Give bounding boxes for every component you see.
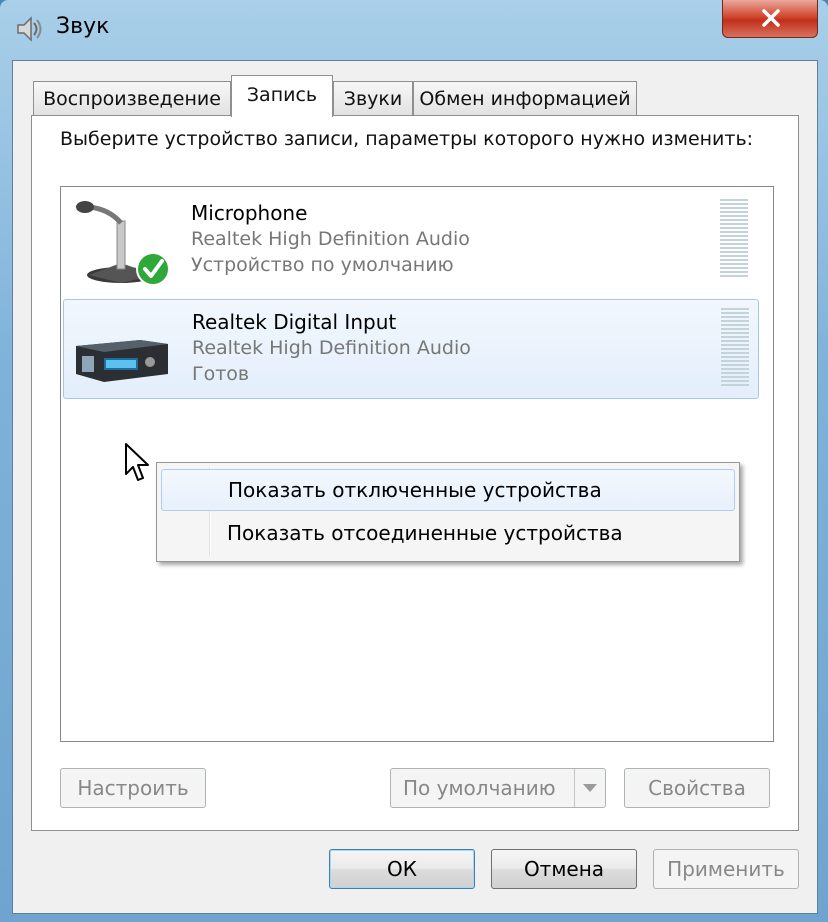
menu-item-label: Показать отсоединенные устройства bbox=[227, 521, 623, 545]
list-item[interactable]: Microphone Realtek High Definition Audio… bbox=[63, 191, 759, 291]
device-name: Microphone bbox=[191, 201, 308, 225]
tab-playback[interactable]: Воспроизведение bbox=[33, 81, 231, 115]
properties-button[interactable]: Свойства bbox=[624, 768, 770, 808]
apply-button[interactable]: Применить bbox=[653, 849, 799, 889]
tab-sounds[interactable]: Звуки bbox=[333, 81, 413, 115]
mouse-cursor-icon bbox=[125, 443, 149, 481]
chevron-down-icon[interactable] bbox=[574, 769, 605, 807]
title-bar[interactable]: Звук bbox=[0, 0, 828, 60]
instruction-text: Выберите устройство записи, параметры ко… bbox=[60, 128, 754, 150]
menu-item-show-disabled[interactable]: Показать отключенные устройства bbox=[161, 469, 735, 511]
device-status: Готов bbox=[192, 363, 250, 385]
tab-communications[interactable]: Обмен информацией bbox=[413, 81, 637, 115]
configure-button[interactable]: Настроить bbox=[60, 768, 206, 808]
menu-item-label: Показать отключенные устройства bbox=[228, 478, 602, 502]
ok-button[interactable]: ОК bbox=[329, 849, 475, 889]
close-icon bbox=[762, 9, 780, 27]
device-driver: Realtek High Definition Audio bbox=[192, 337, 471, 359]
level-meter-icon bbox=[720, 199, 748, 277]
level-meter-icon bbox=[721, 308, 749, 386]
list-item[interactable]: Realtek Digital Input Realtek High Defin… bbox=[63, 299, 759, 399]
set-default-split-button[interactable]: По умолчанию bbox=[390, 768, 606, 808]
context-menu: Показать отключенные устройства Показать… bbox=[156, 462, 740, 562]
menu-item-show-disconnected[interactable]: Показать отсоединенные устройства bbox=[161, 513, 735, 555]
device-driver: Realtek High Definition Audio bbox=[191, 228, 470, 250]
set-default-label: По умолчанию bbox=[403, 776, 556, 800]
digital-input-device-icon bbox=[70, 304, 176, 400]
close-button[interactable] bbox=[722, 0, 818, 38]
device-name: Realtek Digital Input bbox=[192, 310, 397, 334]
device-status: Устройство по умолчанию bbox=[191, 254, 454, 276]
speaker-icon bbox=[14, 14, 44, 44]
microphone-icon bbox=[69, 195, 175, 291]
window-title: Звук bbox=[56, 14, 110, 39]
cancel-button[interactable]: Отмена bbox=[491, 849, 637, 889]
tab-recording[interactable]: Запись bbox=[231, 75, 333, 117]
default-check-icon bbox=[136, 252, 170, 286]
